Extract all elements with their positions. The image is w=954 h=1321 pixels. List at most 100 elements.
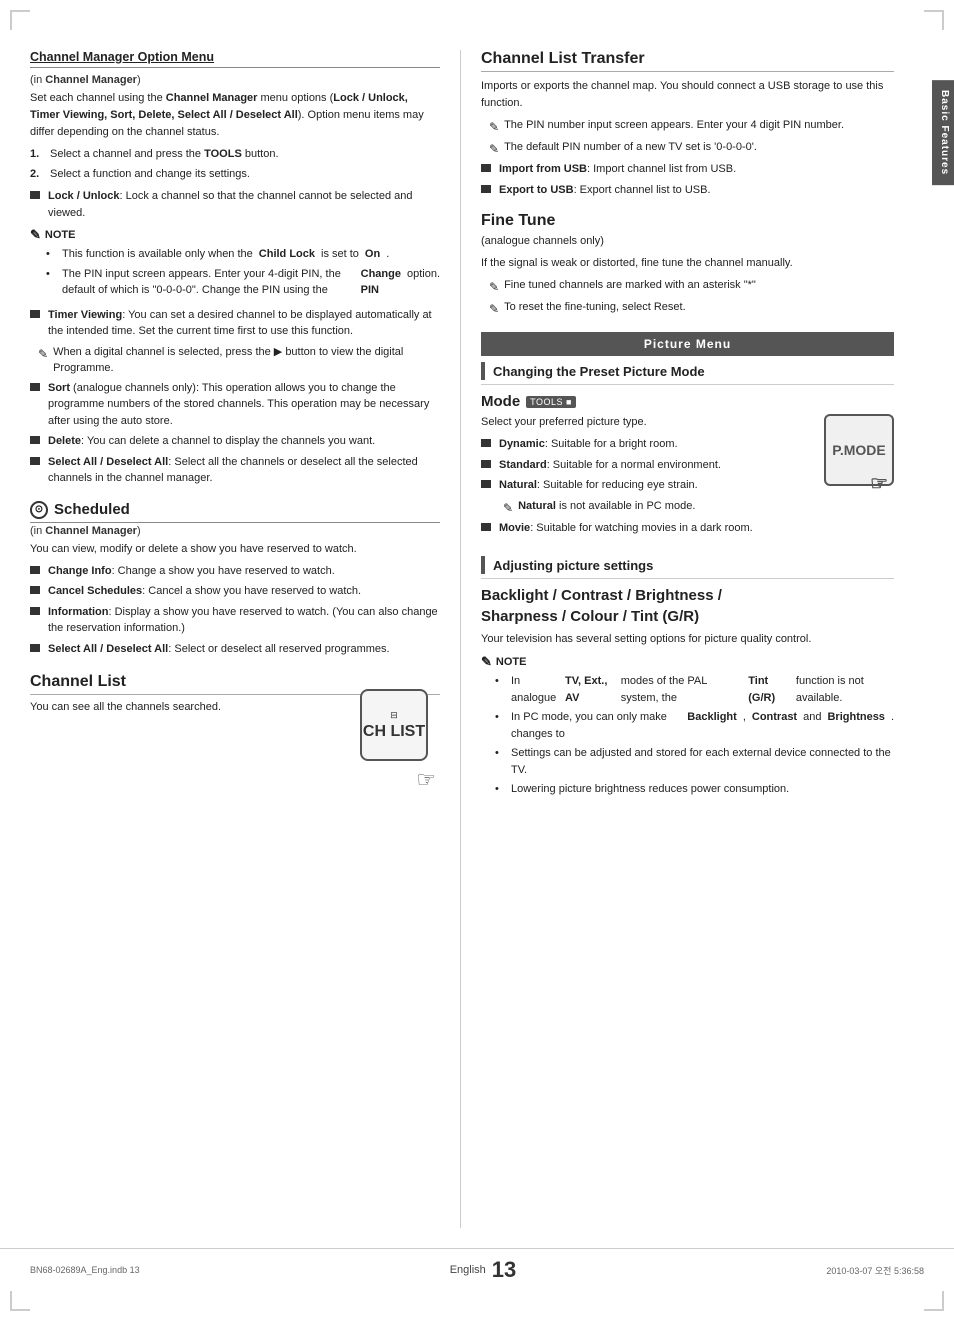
- dynamic-item: Dynamic: Suitable for a bright room.: [481, 436, 814, 453]
- change-info-item: Change Info: Change a show you have rese…: [30, 563, 440, 580]
- note-block-1: ✎ NOTE This function is available only w…: [30, 227, 440, 299]
- preset-heading: Changing the Preset Picture Mode: [481, 362, 894, 385]
- footer-right-text: 2010-03-07 오전 5:36:58: [826, 1264, 924, 1277]
- backlight-note-item-1: In analogue TV, Ext., AV modes of the PA…: [495, 673, 894, 706]
- step-2: 2. Select a function and change its sett…: [30, 166, 440, 183]
- timer-viewing-item: Timer Viewing: You can set a desired cha…: [30, 307, 440, 340]
- clt-note-2: ✎ The default PIN number of a new TV set…: [489, 139, 894, 158]
- pencil-icon-ft2: ✎: [489, 300, 499, 318]
- fine-tune-note1: ✎ Fine tuned channels are marked with an…: [489, 277, 894, 296]
- backlight-note-items: In analogue TV, Ext., AV modes of the PA…: [495, 673, 894, 798]
- pencil-icon-clt2: ✎: [489, 140, 499, 158]
- select-all-item: Select All / Deselect All: Select all th…: [30, 454, 440, 487]
- clt-bullets: Import from USB: Import channel list fro…: [481, 161, 894, 198]
- natural-item: Natural: Suitable for reducing eye strai…: [481, 477, 814, 494]
- clt-note-1: ✎ The PIN number input screen appears. E…: [489, 117, 894, 136]
- corner-bottom-left: [10, 1291, 30, 1311]
- corner-top-left: [10, 10, 30, 30]
- ch-list-top-icon: ⊟: [390, 710, 398, 721]
- scheduled-intro: You can view, modify or delete a show yo…: [30, 541, 440, 558]
- adj-bar-icon: [481, 556, 485, 574]
- export-usb-item: Export to USB: Export channel list to US…: [481, 182, 894, 199]
- fine-tune-note2: ✎ To reset the fine-tuning, select Reset…: [489, 299, 894, 318]
- information-item: Information: Display a show you have res…: [30, 604, 440, 637]
- channel-list-content: ⊟ CH LIST ☞ You can see all the channels…: [30, 699, 440, 779]
- picture-menu-bar: Picture Menu: [481, 332, 894, 356]
- side-tab-text: Basic Features: [939, 90, 950, 175]
- footer-page-num: 13: [492, 1257, 516, 1283]
- fine-tune-sub: (analogue channels only): [481, 233, 894, 250]
- ch-list-label: CH LIST: [363, 723, 425, 741]
- mode-heading: Mode TOOLS ■: [481, 393, 894, 410]
- scheduled-bullets: Change Info: Change a show you have rese…: [30, 563, 440, 658]
- left-column: Channel Manager Option Menu (in Channel …: [30, 50, 460, 1228]
- backlight-note-item-3: Settings can be adjusted and stored for …: [495, 745, 894, 778]
- side-tab-number: 03: [920, 124, 935, 140]
- channel-manager-in-label: (in Channel Manager): [30, 74, 440, 86]
- channel-list-transfer-section: Channel List Transfer Imports or exports…: [481, 50, 894, 198]
- lock-unlock-list: Lock / Unlock: Lock a channel so that th…: [30, 188, 440, 221]
- ch-list-image: ⊟ CH LIST ☞: [360, 689, 440, 779]
- channel-list-transfer-heading: Channel List Transfer: [481, 50, 894, 72]
- pmode-label: P.MODE: [832, 442, 885, 458]
- pmode-image: P.MODE ☞: [824, 414, 894, 486]
- timer-viewing-subnote: ✎ When a digital channel is selected, pr…: [38, 344, 440, 377]
- channel-list-transfer-intro: Imports or exports the channel map. You …: [481, 78, 894, 112]
- delete-item: Delete: You can delete a channel to disp…: [30, 433, 440, 450]
- corner-bottom-right: [924, 1291, 944, 1311]
- right-col-inner: Channel List Transfer Imports or exports…: [481, 50, 924, 798]
- channel-manager-heading: Channel Manager Option Menu: [30, 50, 440, 68]
- scheduled-in-label: (in Channel Manager): [30, 525, 440, 537]
- pencil-icon-natural: ✎: [503, 499, 513, 517]
- fine-tune-section: Fine Tune (analogue channels only) If th…: [481, 212, 894, 318]
- footer-lang-label: English: [450, 1264, 486, 1276]
- cancel-schedules-item: Cancel Schedules: Cancel a show you have…: [30, 583, 440, 600]
- pencil-icon-1: ✎: [38, 345, 48, 363]
- backlight-note-block: ✎ NOTE In analogue TV, Ext., AV modes of…: [481, 654, 894, 798]
- fine-tune-intro: If the signal is weak or distorted, fine…: [481, 255, 894, 272]
- side-tab: 03 Basic Features: [932, 80, 954, 185]
- scheduled-heading: ⊙ Scheduled: [30, 501, 440, 523]
- footer: BN68-02689A_Eng.indb 13 English 13 2010-…: [0, 1248, 954, 1291]
- note-item-1: This function is available only when the…: [46, 246, 440, 263]
- note-icon-1: ✎: [30, 227, 41, 243]
- step-1: 1. Select a channel and press the TOOLS …: [30, 146, 440, 163]
- footer-page: English 13: [450, 1257, 517, 1283]
- backlight-section: Backlight / Contrast / Brightness /Sharp…: [481, 585, 894, 798]
- more-bullets: Sort (analogue channels only): This oper…: [30, 380, 440, 487]
- scheduled-label: Scheduled: [54, 501, 130, 518]
- import-usb-item: Import from USB: Import channel list fro…: [481, 161, 894, 178]
- natural-subnote: ✎ Natural is not available in PC mode.: [503, 498, 894, 517]
- lock-unlock-item: Lock / Unlock: Lock a channel so that th…: [30, 188, 440, 221]
- pmode-hand-icon: ☞: [870, 471, 888, 496]
- bullets2-list: Timer Viewing: You can set a desired cha…: [30, 307, 440, 340]
- select-all-sched-item: Select All / Deselect All: Select or des…: [30, 641, 440, 658]
- note-icon-backlight: ✎: [481, 654, 492, 670]
- backlight-note-label: NOTE: [496, 656, 527, 668]
- pencil-icon-ft1: ✎: [489, 278, 499, 296]
- tools-badge: TOOLS ■: [526, 396, 576, 408]
- channel-manager-intro: Set each channel using the Channel Manag…: [30, 90, 440, 141]
- backlight-note-item-2: In PC mode, you can only make changes to…: [495, 709, 894, 742]
- preset-bar-icon: [481, 362, 485, 380]
- backlight-note-item-4: Lowering picture brightness reduces powe…: [495, 781, 894, 798]
- mode-content: P.MODE ☞ Select your preferred picture t…: [481, 414, 894, 540]
- note-items-1: This function is available only when the…: [46, 246, 440, 299]
- note-item-2: The PIN input screen appears. Enter your…: [46, 266, 440, 299]
- corner-top-right: [924, 10, 944, 30]
- scheduled-icon: ⊙: [30, 501, 48, 519]
- scheduled-section: ⊙ Scheduled (in Channel Manager) You can…: [30, 501, 440, 658]
- movie-item: Movie: Suitable for watching movies in a…: [481, 520, 894, 537]
- note-title-1: ✎ NOTE: [30, 227, 440, 243]
- channel-manager-section: Channel Manager Option Menu (in Channel …: [30, 50, 440, 487]
- ch-list-hand-icon: ☞: [416, 767, 436, 793]
- sort-item: Sort (analogue channels only): This oper…: [30, 380, 440, 430]
- note-label-1: NOTE: [45, 229, 76, 241]
- backlight-heading: Backlight / Contrast / Brightness /Sharp…: [481, 585, 894, 627]
- footer-left-text: BN68-02689A_Eng.indb 13: [30, 1265, 140, 1275]
- adj-heading: Adjusting picture settings: [481, 556, 894, 579]
- content-area: Channel Manager Option Menu (in Channel …: [0, 30, 954, 1248]
- channel-manager-steps: 1. Select a channel and press the TOOLS …: [30, 146, 440, 182]
- preset-heading-label: Changing the Preset Picture Mode: [493, 364, 705, 379]
- backlight-intro: Your television has several setting opti…: [481, 631, 894, 648]
